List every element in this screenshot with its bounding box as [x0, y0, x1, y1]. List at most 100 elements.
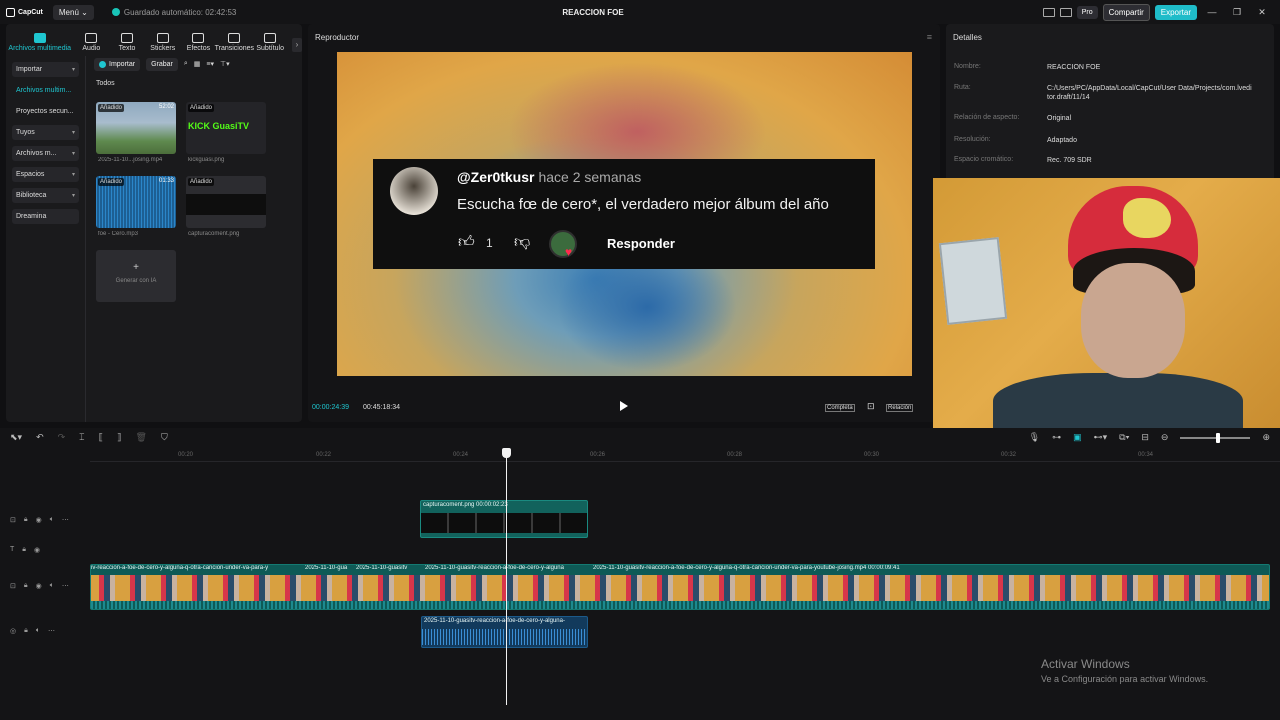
menu-button[interactable]: Menú ⌄ — [52, 4, 94, 20]
eye-icon[interactable]: ◉ — [36, 516, 42, 524]
play-icon[interactable] — [620, 401, 628, 411]
media-item-logo[interactable]: Añadido KICK GuasiTV — [186, 102, 266, 154]
zoom-slider-knob[interactable] — [1216, 432, 1221, 443]
media-icon — [33, 33, 46, 43]
segment-label: iv-reaccion-a-foe-de-cero-y-alguna-q-otr… — [91, 565, 269, 571]
autosave-text: Guardado automático: 02:42:53 — [123, 7, 237, 17]
redo-icon[interactable]: ↷ — [58, 432, 66, 443]
ratio-button[interactable]: Relación — [886, 404, 914, 412]
record-button[interactable]: Grabar — [146, 57, 178, 71]
sidebar-item-yours[interactable]: Tuyos ▾ — [12, 125, 79, 140]
playhead[interactable] — [506, 450, 507, 705]
media-item-caption: kickguasi.png — [188, 157, 225, 163]
eye-icon[interactable]: ◉ — [36, 582, 42, 590]
grid-view-icon[interactable]: ▦ — [194, 60, 201, 68]
minimize-icon[interactable]: — — [1202, 7, 1222, 17]
lock-icon[interactable]: 🔒︎ — [24, 582, 28, 590]
chevron-right-icon[interactable]: › — [292, 38, 302, 52]
sidebar-item-label: Dreamina — [16, 213, 47, 220]
export-button[interactable]: Exportar — [1154, 4, 1197, 20]
more-icon[interactable]: ⋯ — [62, 516, 69, 524]
import-button[interactable]: Importar — [94, 57, 141, 71]
zoom-in-icon[interactable]: ⊕ — [1262, 432, 1270, 443]
tool-transitions[interactable]: Transiciones — [215, 33, 254, 52]
microphone-icon[interactable]: 🎙︎ — [1029, 432, 1040, 443]
fit-screen-icon[interactable]: ⊡ — [866, 401, 876, 412]
tool-label: Archivos multimedia — [8, 45, 72, 52]
share-button[interactable]: Compartir — [1102, 3, 1150, 21]
time-ruler[interactable]: 00:20 00:22 00:24 00:26 00:28 00:30 00:3… — [90, 450, 1280, 462]
sidebar-item-import[interactable]: Importar ▾ — [12, 62, 79, 77]
detail-value: Adaptado — [1047, 137, 1077, 144]
tool-stickers[interactable]: Stickers — [147, 33, 179, 52]
close-icon[interactable]: ✕ — [1252, 7, 1272, 18]
volume-icon[interactable]: 🔈︎ — [50, 516, 54, 524]
maximize-icon[interactable]: ❐ — [1227, 7, 1247, 18]
audio-track-icon[interactable]: ◎ — [10, 627, 16, 635]
details-title: Detalles — [953, 33, 982, 42]
link-icon[interactable]: ⊶ — [1052, 432, 1061, 443]
hamburger-icon[interactable]: ≡ — [927, 32, 932, 42]
split-right-icon[interactable]: ⟧ — [117, 432, 121, 443]
delete-icon[interactable]: 🗑︎ — [136, 432, 147, 443]
tool-label: Efectos — [186, 45, 211, 52]
sidebar-item-library[interactable]: Biblioteca ▾ — [12, 188, 79, 203]
lock-icon[interactable]: 🔒︎ — [24, 516, 28, 524]
volume-icon[interactable]: 🔈︎ — [36, 627, 40, 635]
lock-icon[interactable]: 🔒︎ — [22, 546, 26, 554]
shortcuts-icon[interactable] — [1059, 7, 1072, 17]
zoom-slider[interactable] — [1180, 432, 1251, 443]
media-item-audio[interactable]: Añadido 01:33 — [96, 176, 176, 228]
tool-media[interactable]: Archivos multimedia — [8, 33, 71, 52]
audio-clip[interactable]: 2025-11-10-guasitv-reaccion-a-foe-de-cer… — [421, 616, 588, 648]
undo-icon[interactable]: ↶ — [36, 432, 44, 443]
detail-row: Nombre: REACCION FOE — [954, 63, 1257, 72]
full-button[interactable]: Completa — [825, 404, 855, 412]
layout-icon[interactable] — [1042, 7, 1055, 17]
magnet-icon[interactable]: ▣ — [1073, 432, 1082, 443]
tool-effects[interactable]: Efectos — [183, 33, 215, 52]
split-icon[interactable]: ⌶ — [79, 432, 84, 443]
search-icon[interactable]: ⌕ — [184, 60, 188, 68]
pro-button[interactable]: Pro — [1076, 5, 1098, 19]
zoom-out-icon[interactable]: ⊖ — [1161, 432, 1169, 443]
main-video-clip[interactable]: iv-reaccion-a-foe-de-cero-y-alguna-q-otr… — [90, 564, 1270, 610]
chain-icon[interactable]: ⊷▾ — [1094, 432, 1108, 443]
player-title: Reproductor — [315, 33, 360, 42]
more-icon[interactable]: ⋯ — [62, 582, 69, 590]
video-preview[interactable]: @Zer0tkusr hace 2 semanas Escucha fœ de c… — [337, 52, 912, 376]
sidebar-item-media[interactable]: Archivos multim... — [12, 83, 79, 98]
media-item-video[interactable]: Añadido 52:02 — [96, 102, 176, 154]
tool-subtitles[interactable]: Subtítulo — [254, 33, 286, 52]
sidebar-item-subprojects[interactable]: Proyectos secun... — [12, 104, 79, 119]
track-thumb-icon[interactable]: ⊡ — [10, 582, 16, 590]
preview-axis-icon[interactable]: ⧉▾ — [1119, 432, 1129, 443]
sidebar-item-files[interactable]: Archivos m... ▾ — [12, 146, 79, 161]
text-track-icon[interactable]: T — [10, 546, 14, 554]
generate-ai-button[interactable]: + Generar con IA — [96, 250, 176, 302]
tool-text[interactable]: Texto — [111, 33, 143, 52]
volume-icon[interactable]: 🔈︎ — [50, 582, 54, 590]
caption-icon[interactable]: ⊟ — [1141, 432, 1149, 443]
filter-icon[interactable]: ⊤▾ — [220, 60, 230, 68]
comment-header: @Zer0tkusr hace 2 semanas — [457, 169, 641, 185]
lock-icon[interactable]: 🔒︎ — [24, 627, 28, 635]
more-icon[interactable]: ⋯ — [48, 627, 55, 635]
eye-icon[interactable]: ◉ — [34, 546, 40, 554]
sort-icon[interactable]: ≡▾ — [206, 60, 214, 68]
detail-key: Ruta: — [954, 84, 971, 91]
shield-icon[interactable]: ⛉ — [161, 432, 168, 443]
sidebar-item-dreamina[interactable]: Dreamina — [12, 209, 79, 224]
added-badge: Añadido — [188, 104, 215, 112]
like-count: 1 — [486, 236, 493, 250]
select-tool-icon[interactable]: ⬉▾ — [10, 432, 22, 443]
sidebar-item-spaces[interactable]: Espacios ▾ — [12, 167, 79, 182]
split-left-icon[interactable]: ⟦ — [99, 432, 103, 443]
detail-row: Espacio cromático: Rec. 709 SDR — [954, 156, 1257, 165]
track-thumb-icon[interactable]: ⊡ — [10, 516, 16, 524]
image-clip[interactable]: capturacoment.png 00:00:02:23 — [420, 500, 588, 538]
media-item-screenshot[interactable]: Añadido — [186, 176, 266, 228]
added-badge: Añadido — [98, 104, 125, 112]
detail-key: Espacio cromático: — [954, 156, 1014, 163]
tool-audio[interactable]: Audio — [75, 33, 107, 52]
